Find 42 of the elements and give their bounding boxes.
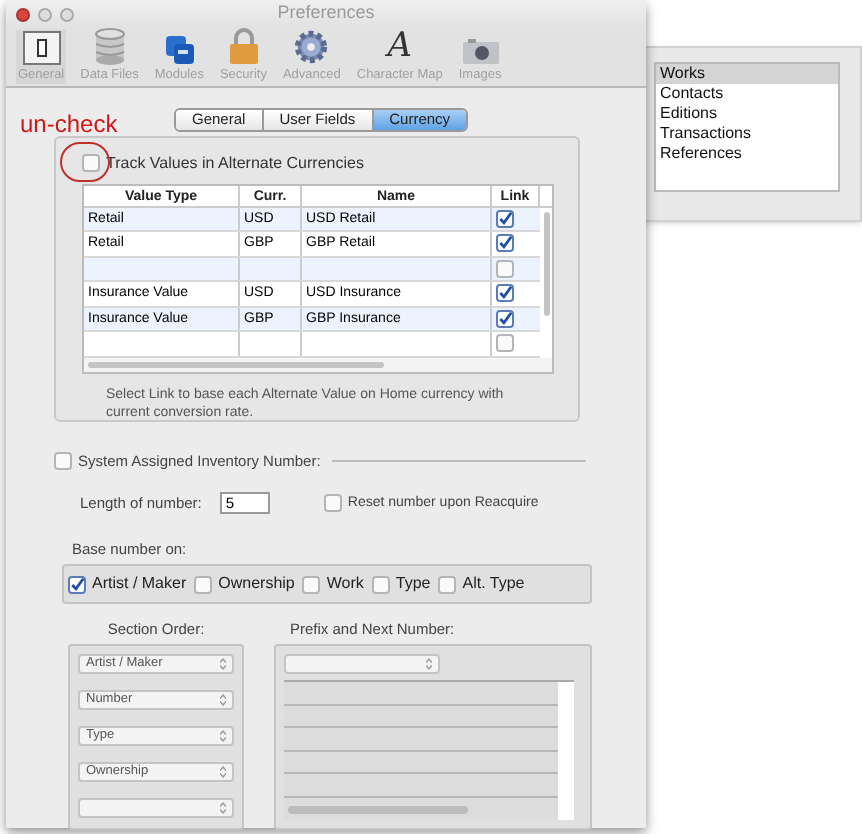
checkbox-label: Artist / Maker [92,572,187,596]
updown-icon [220,730,226,743]
camera-icon [461,37,500,65]
checkbox-label: Work [326,572,364,596]
dropdown[interactable] [284,654,440,675]
updown-icon [220,694,226,707]
switch-icon [21,29,62,65]
updown-icon [220,766,226,779]
checkbox[interactable] [302,575,321,593]
checkbox[interactable] [323,493,342,512]
checkbox[interactable] [68,575,86,593]
list-item[interactable]: Transactions [656,124,838,144]
close-button[interactable] [16,8,30,22]
updown-icon [426,658,432,671]
link-checkbox[interactable] [496,259,514,278]
link-checkbox[interactable] [496,234,514,253]
updown-icon [220,802,226,815]
checkbox[interactable] [82,154,100,172]
list-item[interactable]: Editions [656,104,838,124]
checkbox-label: Type [395,572,431,596]
link-checkbox[interactable] [496,309,514,328]
minimize-button[interactable] [38,8,52,22]
checkbox[interactable] [194,575,213,593]
checkbox[interactable] [371,575,390,593]
updown-icon [220,658,226,671]
link-checkbox[interactable] [496,209,514,228]
dropdown[interactable] [78,798,234,819]
checkbox[interactable] [438,575,457,593]
blocks-icon [163,33,196,65]
lock-icon [227,27,260,65]
link-checkbox[interactable] [496,334,514,353]
list-item[interactable]: References [656,144,838,164]
annotation-text: un-check [20,109,118,137]
list-item[interactable]: Works [656,64,838,84]
zoom-button[interactable] [60,8,74,22]
checkbox[interactable] [54,451,72,470]
glyph-icon: A [387,27,413,65]
checkbox-label: Ownership [218,572,295,596]
list-item[interactable]: Contacts [656,84,838,104]
checkbox-label: Alt. Type [462,572,525,596]
window-title: Preferences [277,0,375,26]
link-checkbox[interactable] [496,284,514,303]
